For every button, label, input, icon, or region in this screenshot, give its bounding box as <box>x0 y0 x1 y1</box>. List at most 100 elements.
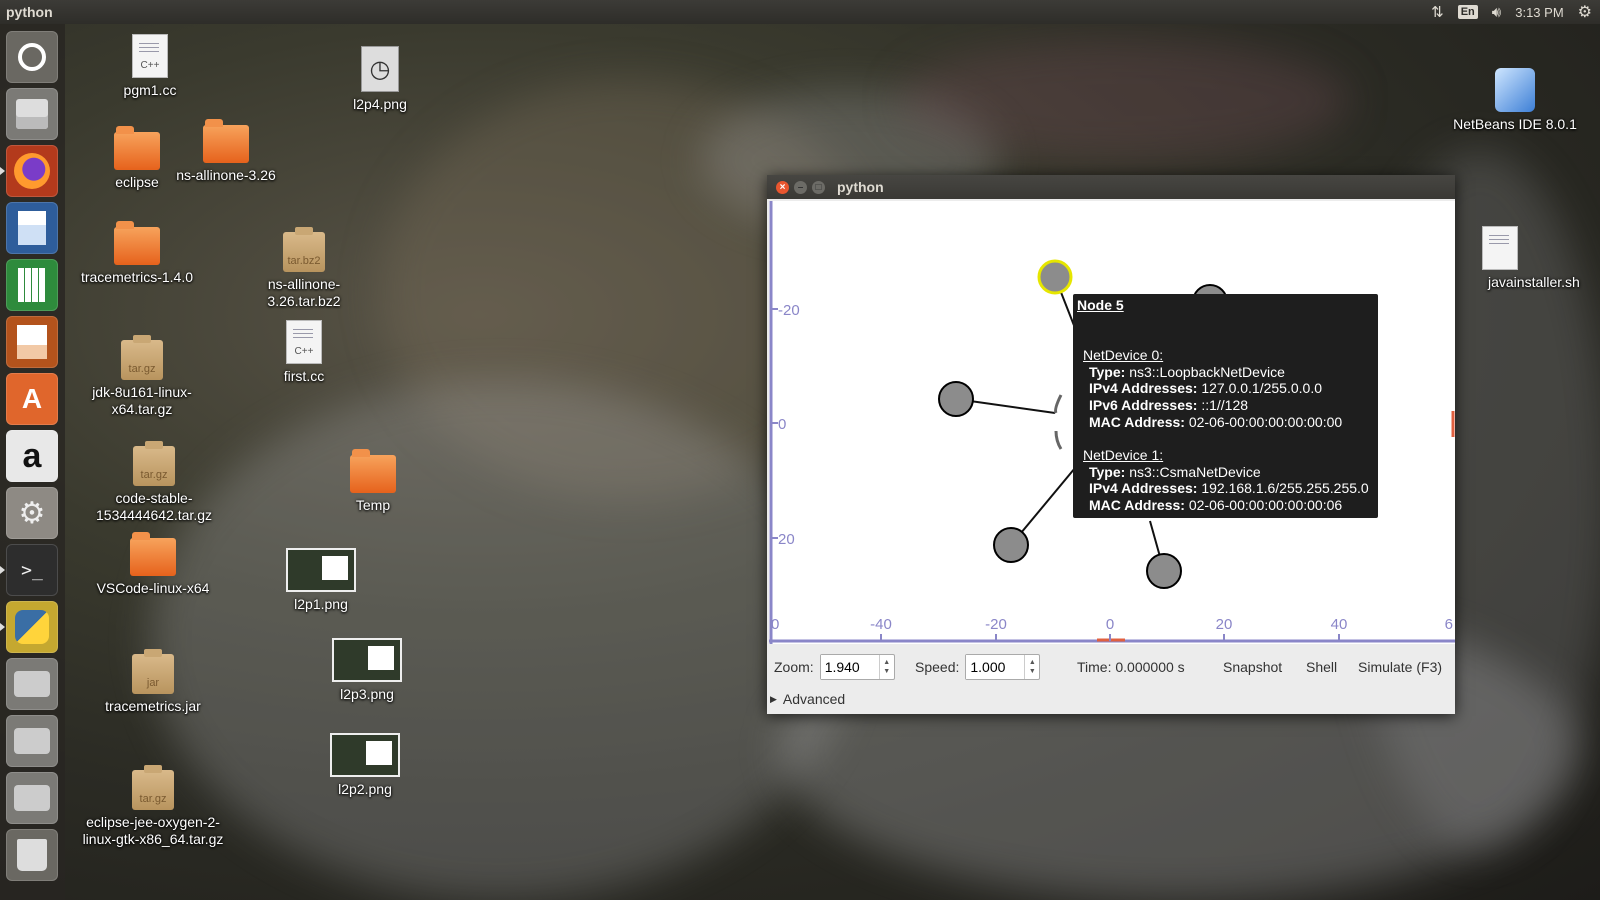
launcher-ubuntu-software[interactable]: A <box>6 373 58 425</box>
desktop-icon-l2p4-png[interactable]: ◷ l2p4.png <box>305 46 455 113</box>
folder-icon <box>114 221 160 265</box>
launcher-trash[interactable] <box>6 829 58 881</box>
expander-arrow-icon: ▶ <box>770 693 777 704</box>
x-tick-label: -40 <box>870 616 892 633</box>
launcher-terminal[interactable]: >_ <box>0 544 58 596</box>
image-thumbnail-icon <box>330 733 400 777</box>
firefox-icon <box>14 153 50 189</box>
desktop-icon-code-stable[interactable]: tar.gz code-stable-1534444642.tar.gz <box>77 441 231 524</box>
launcher-drive-1[interactable] <box>6 658 58 710</box>
y-tick-label: 20 <box>778 531 795 548</box>
desktop-icon-l2p3-png[interactable]: l2p3.png <box>292 638 442 703</box>
hard-drive-icon <box>14 785 50 811</box>
tooltip-title: Node 5 <box>1077 297 1124 313</box>
netdevice-row: MAC Address: 02-06-00:00:00:00:00:00 <box>1089 413 1343 430</box>
zoom-control: Zoom: ▲▼ <box>774 654 895 680</box>
desktop-icon-temp[interactable]: Temp <box>298 449 448 514</box>
desktop-icon-first-cc[interactable]: C++ first.cc <box>234 320 374 385</box>
advanced-expander[interactable]: ▶ Advanced <box>770 687 845 711</box>
launcher: A a ⚙ >_ <box>0 24 65 900</box>
zoom-spinbox[interactable]: ▲▼ <box>819 654 895 680</box>
launcher-system-settings[interactable]: ⚙ <box>6 487 58 539</box>
launcher-libreoffice-calc[interactable] <box>6 259 58 311</box>
launcher-drive-3[interactable] <box>6 772 58 824</box>
node-info-tooltip: Node 5 NetDevice 0: Type: ns3::LoopbackN… <box>1073 294 1378 518</box>
x-tick-label: 40 <box>1331 616 1348 633</box>
close-icon[interactable]: × <box>776 180 789 194</box>
control-bar: Zoom: ▲▼ Speed: ▲▼ Time: 0.000000 s Snap… <box>767 644 1455 714</box>
node[interactable] <box>1146 553 1182 589</box>
amazon-icon: a <box>22 437 42 475</box>
node-selected[interactable] <box>1037 259 1073 295</box>
trash-icon <box>17 839 47 871</box>
launcher-amazon[interactable]: a <box>6 430 58 482</box>
spin-arrows-icon[interactable]: ▲ ▼ <box>878 655 894 679</box>
advanced-label: Advanced <box>782 691 846 707</box>
desktop-icon-tracemetrics-folder[interactable]: tracemetrics-1.4.0 <box>62 221 212 286</box>
desktop-icon-l2p1-png[interactable]: l2p1.png <box>246 548 396 613</box>
launcher-files[interactable] <box>6 88 58 140</box>
desktop-icon-ns-allinone[interactable]: ns-allinone-3.26 <box>151 119 301 184</box>
speed-spinbox[interactable]: ▲▼ <box>965 654 1041 680</box>
volume-icon[interactable]: 🔊︎ <box>1492 4 1501 21</box>
terminal-icon: >_ <box>21 559 43 581</box>
minimize-icon[interactable]: – <box>794 180 807 194</box>
launcher-ubuntu-dash[interactable] <box>6 31 58 83</box>
desktop-icon-l2p2-png[interactable]: l2p2.png <box>290 733 440 798</box>
launcher-firefox[interactable] <box>0 145 58 197</box>
maximize-icon[interactable]: □ <box>812 180 825 194</box>
launcher-python[interactable] <box>0 601 58 653</box>
desktop-icon-label: first.cc <box>283 368 325 384</box>
node[interactable] <box>993 527 1029 563</box>
settings-gear-icon[interactable]: ⚙ <box>1578 2 1592 22</box>
netdevice-header: NetDevice 1: <box>1083 446 1164 463</box>
clock[interactable]: 3:13 PM <box>1515 5 1563 20</box>
desktop-icon-pgm1-cc[interactable]: C++ pgm1.cc <box>75 34 225 99</box>
x-tick-label: 0 <box>1106 616 1114 633</box>
launcher-libreoffice-writer[interactable] <box>6 202 58 254</box>
desktop-icon-vscode[interactable]: VSCode-linux-x64 <box>78 532 228 597</box>
archive-icon: tar.gz <box>133 441 175 486</box>
shopping-bag-icon: A <box>21 383 43 414</box>
window-title: python <box>837 179 884 195</box>
csma-arc <box>1054 430 1063 450</box>
desktop-icon-label: tracemetrics.jar <box>105 698 201 714</box>
shell-button[interactable]: Shell <box>1306 655 1337 679</box>
desktop-icon-label: l2p1.png <box>294 596 348 612</box>
desktop-icon-label: ns-allinone-3.26.tar.bz2 <box>267 276 341 309</box>
desktop-icon-label: Temp <box>355 497 391 513</box>
netdevice-row: Type: ns3::LoopbackNetDevice <box>1089 363 1285 380</box>
system-tray: ⇅ En 🔊︎ 3:13 PM ⚙ <box>1431 0 1600 24</box>
folder-icon <box>130 532 176 576</box>
spin-arrows-icon[interactable]: ▲ ▼ <box>1024 655 1039 679</box>
desktop-icon-label: eclipse-jee-oxygen-2-linux-gtk-x86_64.ta… <box>82 814 224 847</box>
desktop-icon-netbeans[interactable]: NetBeans IDE 8.0.1 <box>1440 68 1590 133</box>
desktop-icon-tracemetrics-jar[interactable]: jar tracemetrics.jar <box>78 649 228 715</box>
zoom-input[interactable] <box>820 655 879 679</box>
keyboard-layout-indicator[interactable]: En <box>1457 5 1478 19</box>
simulate-button[interactable]: Simulate (F3) <box>1358 655 1442 679</box>
desktop-icon-ns-allinone-tar[interactable]: tar.bz2 ns-allinone-3.26.tar.bz2 <box>234 227 374 310</box>
cpp-file-icon: C++ <box>132 34 168 78</box>
snapshot-button[interactable]: Snapshot <box>1223 655 1282 679</box>
launcher-libreoffice-impress[interactable] <box>6 316 58 368</box>
archive-icon: tar.bz2 <box>283 227 325 272</box>
desktop-icon-label: tracemetrics-1.4.0 <box>80 269 194 285</box>
desktop-icon-label: pgm1.cc <box>123 82 177 98</box>
desktop-icon-label: l2p4.png <box>353 96 407 112</box>
netdevice-row: IPv4 Addresses: 127.0.0.1/255.0.0.0 <box>1089 380 1322 397</box>
desktop-icon-label: l2p2.png <box>338 781 392 797</box>
netdevice-row: MAC Address: 02-06-00:00:00:00:00:06 <box>1089 497 1343 514</box>
speed-input[interactable] <box>966 655 1025 679</box>
desktop-icon-eclipse-jee[interactable]: tar.gz eclipse-jee-oxygen-2-linux-gtk-x8… <box>78 765 228 848</box>
speed-label: Speed: <box>915 659 960 675</box>
clock-image-icon: ◷ <box>361 46 399 92</box>
y-tick-label: 0 <box>778 416 786 433</box>
network-icon[interactable]: ⇅ <box>1431 3 1444 21</box>
launcher-drive-2[interactable] <box>6 715 58 767</box>
desktop-icon-javainstaller[interactable]: javainstaller.sh <box>1462 226 1600 291</box>
desktop-icon-jdk[interactable]: tar.gz jdk-8u161-linux-x64.tar.gz <box>77 335 207 418</box>
node[interactable] <box>938 381 974 417</box>
x-tick-label: -20 <box>985 616 1007 633</box>
window-titlebar[interactable]: × – □ python <box>767 175 1455 199</box>
